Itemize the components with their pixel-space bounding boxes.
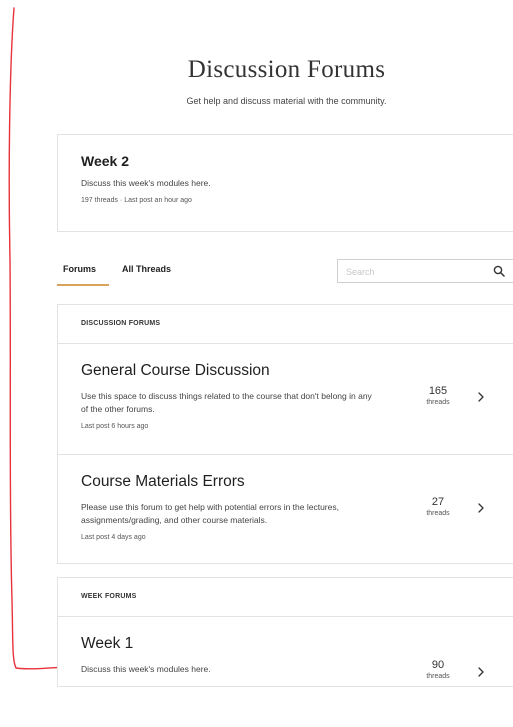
forum-title[interactable]: Course Materials Errors [81,473,245,491]
tab-forums[interactable]: Forums [57,264,109,286]
forum-tabs: Forums All Threads [57,258,257,290]
forum-row[interactable]: Course Materials Errors Please use this … [58,455,513,565]
thread-count: 165 threads [413,385,463,406]
featured-forum-card[interactable]: Week 2 Discuss this week's modules here.… [57,134,513,232]
chevron-right-icon[interactable] [476,502,486,514]
forum-last-post: Last post 4 days ago [81,534,146,541]
search-box [337,259,513,283]
thread-count: 90 threads [413,659,463,680]
week-forums-section: WEEK FORUMS Week 1 Discuss this week's m… [57,577,513,687]
forum-description: Discuss this week's modules here. [81,664,211,674]
active-tab-indicator [57,284,109,286]
tab-all-threads[interactable]: All Threads [122,264,171,274]
chevron-right-icon[interactable] [476,666,486,678]
section-header: WEEK FORUMS [58,578,513,617]
featured-forum-title[interactable]: Week 2 [81,153,129,169]
thread-count: 27 threads [413,496,463,517]
thread-count-value: 90 [431,659,445,671]
forum-row[interactable]: Week 1 Discuss this week's modules here.… [58,617,513,727]
tab-all-threads-label: All Threads [122,264,172,274]
search-icon[interactable] [493,265,505,277]
thread-count-label: threads [426,399,450,406]
tab-forums-label: Forums [63,264,97,274]
forum-description: Please use this forum to get help with p… [81,502,339,525]
forum-last-post: Last post 6 hours ago [81,423,149,430]
thread-count-label: threads [426,510,450,517]
forum-title[interactable]: General Course Discussion [81,362,270,380]
thread-count-value: 165 [428,385,448,397]
section-header-label: DISCUSSION FORUMS [81,320,161,327]
section-header: DISCUSSION FORUMS [58,305,513,344]
page-title: Discussion Forums [187,56,386,83]
section-header-label: WEEK FORUMS [81,593,137,600]
search-input[interactable] [344,263,488,281]
thread-count-value: 27 [431,496,445,508]
chevron-right-icon[interactable] [476,391,486,403]
discussion-forums-section: DISCUSSION FORUMS General Course Discuss… [57,304,513,564]
forum-row[interactable]: General Course Discussion Use this space… [58,344,513,455]
thread-count-label: threads [426,673,450,680]
page-subtitle: Get help and discuss material with the c… [186,96,387,106]
featured-forum-description: Discuss this week's modules here. [81,178,211,188]
featured-forum-meta: 197 threads · Last post an hour ago [81,197,192,204]
forum-description: Use this space to discuss things related… [81,391,372,414]
forum-title[interactable]: Week 1 [81,635,133,653]
